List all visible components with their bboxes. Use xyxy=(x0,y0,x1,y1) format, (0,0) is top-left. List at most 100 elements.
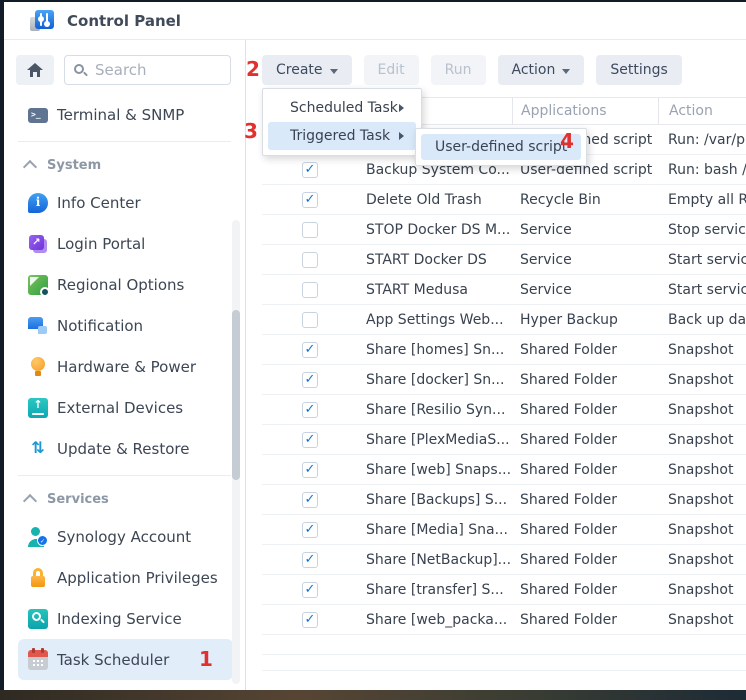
sidebar-item-regional-options[interactable]: Regional Options xyxy=(4,264,245,305)
sidebar-item-synology-account[interactable]: Synology Account xyxy=(4,516,245,557)
header-action[interactable]: Action xyxy=(658,98,746,124)
menu-item-label: Scheduled Task xyxy=(290,100,398,116)
sidebar-item-application-privileges[interactable]: Application Privileges xyxy=(4,557,245,598)
table-row[interactable]: Share [web] Snaps...Shared FolderSnapsho… xyxy=(262,455,746,485)
button-label: Run xyxy=(445,62,472,78)
row-checkbox[interactable] xyxy=(302,342,318,358)
check-cell xyxy=(262,522,318,538)
sidebar-section-services[interactable]: Services xyxy=(4,482,245,516)
annotation-3: 3 xyxy=(244,119,258,143)
search-input[interactable] xyxy=(95,61,222,79)
check-cell xyxy=(262,462,318,478)
row-checkbox[interactable] xyxy=(302,492,318,508)
task-name-cell: Share [Resilio Syn... xyxy=(318,402,512,418)
home-button[interactable] xyxy=(16,55,54,85)
table-row[interactable]: Delete Old TrashRecycle BinEmpty all R xyxy=(262,185,746,215)
submenu-arrow-icon xyxy=(399,104,404,112)
sidebar: Terminal & SNMP System Info Center Login Po… xyxy=(4,40,246,692)
notification-icon xyxy=(28,316,48,336)
row-checkbox[interactable] xyxy=(302,612,318,628)
indexing-service-icon xyxy=(28,609,48,629)
row-checkbox[interactable] xyxy=(302,552,318,568)
row-checkbox[interactable] xyxy=(302,252,318,268)
check-cell xyxy=(262,402,318,418)
search-box[interactable] xyxy=(64,55,231,85)
sidebar-item-update-restore[interactable]: Update & Restore xyxy=(4,428,245,469)
info-center-icon xyxy=(28,193,48,213)
applications-cell: Shared Folder xyxy=(512,552,658,568)
sidebar-item-login-portal[interactable]: Login Portal xyxy=(4,223,245,264)
row-checkbox[interactable] xyxy=(302,582,318,598)
sidebar-section-system[interactable]: System xyxy=(4,148,245,182)
sidebar-item-external-devices[interactable]: External Devices xyxy=(4,387,245,428)
regional-options-icon xyxy=(28,275,48,295)
task-name-cell: Share [docker] Sn... xyxy=(318,372,512,388)
menu-item-user-defined-script[interactable]: User-defined script xyxy=(421,134,581,160)
row-checkbox[interactable] xyxy=(302,522,318,538)
menu-item-triggered-task[interactable]: Triggered Task xyxy=(268,122,416,150)
table-row[interactable]: Share [transfer] S...Shared FolderSnapsh… xyxy=(262,575,746,605)
sidebar-nav: Terminal & SNMP System Info Center Login Po… xyxy=(4,94,245,680)
sidebar-item-indexing-service[interactable]: Indexing Service xyxy=(4,598,245,639)
sidebar-item-notification[interactable]: Notification xyxy=(4,305,245,346)
task-name-cell: App Settings Web... xyxy=(318,312,512,328)
row-checkbox[interactable] xyxy=(302,402,318,418)
table-row[interactable]: Share [PlexMediaS...Shared FolderSnapsho… xyxy=(262,425,746,455)
table-row[interactable]: Share [docker] Sn...Shared FolderSnapsho… xyxy=(262,365,746,395)
table-row[interactable]: App Settings Web...Hyper BackupBack up d… xyxy=(262,305,746,335)
row-checkbox[interactable] xyxy=(302,432,318,448)
sidebar-item-label: Application Privileges xyxy=(57,569,218,587)
annotation-4: 4 xyxy=(560,129,574,153)
table-row[interactable]: Share [homes] Sn...Shared FolderSnapshot xyxy=(262,335,746,365)
row-checkbox[interactable] xyxy=(302,162,318,178)
table-row[interactable]: Share [Resilio Syn...Shared FolderSnapsh… xyxy=(262,395,746,425)
sidebar-item-label: Synology Account xyxy=(57,528,191,546)
table-row[interactable]: Share [web_packa...Shared FolderSnapshot xyxy=(262,605,746,635)
run-button[interactable]: Run xyxy=(431,55,486,85)
table-row[interactable]: Share [Media] Sna...Shared FolderSnapsho… xyxy=(262,515,746,545)
row-checkbox[interactable] xyxy=(302,192,318,208)
check-cell xyxy=(262,552,318,568)
menu-item-scheduled-task[interactable]: Scheduled Task xyxy=(268,94,416,122)
row-checkbox[interactable] xyxy=(302,282,318,298)
annotation-2: 2 xyxy=(246,57,260,81)
action-cell: Snapshot xyxy=(658,552,746,568)
synology-account-icon xyxy=(28,527,48,547)
caret-down-icon xyxy=(562,69,570,74)
edit-button[interactable]: Edit xyxy=(364,55,419,85)
check-cell xyxy=(262,312,318,328)
row-checkbox[interactable] xyxy=(302,312,318,328)
sidebar-item-label: Terminal & SNMP xyxy=(57,106,184,124)
table-row[interactable]: Share [Backups] S...Shared FolderSnapsho… xyxy=(262,485,746,515)
table-row[interactable]: Share [NetBackup]...Shared FolderSnapsho… xyxy=(262,545,746,575)
sidebar-item-label: Task Scheduler xyxy=(57,651,169,669)
menu-item-label: Triggered Task xyxy=(290,128,390,144)
row-checkbox[interactable] xyxy=(302,372,318,388)
sidebar-item-hardware-power[interactable]: Hardware & Power xyxy=(4,346,245,387)
check-cell xyxy=(262,282,318,298)
row-checkbox[interactable] xyxy=(302,222,318,238)
applications-cell: Shared Folder xyxy=(512,492,658,508)
create-button[interactable]: Create xyxy=(262,55,352,85)
table-row[interactable]: STOP Docker DS M...ServiceStop servic xyxy=(262,215,746,245)
check-cell xyxy=(262,162,318,178)
task-name-cell: Share [PlexMediaS... xyxy=(318,432,512,448)
sidebar-item-terminal-snmp[interactable]: Terminal & SNMP xyxy=(4,94,245,135)
check-cell xyxy=(262,372,318,388)
header-applications[interactable]: Applications xyxy=(512,98,658,124)
task-name-cell: Share [NetBackup]... xyxy=(318,552,512,568)
window-title: Control Panel xyxy=(67,12,181,30)
control-panel-window: Control Panel Terminal & SNMP System Info … xyxy=(4,2,746,692)
task-name-cell: Delete Old Trash xyxy=(318,192,512,208)
row-checkbox[interactable] xyxy=(302,462,318,478)
action-cell: Snapshot xyxy=(658,342,746,358)
action-cell: Back up da xyxy=(658,312,746,328)
settings-button[interactable]: Settings xyxy=(596,55,681,85)
sidebar-item-info-center[interactable]: Info Center xyxy=(4,182,245,223)
sidebar-item-label: Info Center xyxy=(57,194,141,212)
check-cell xyxy=(262,582,318,598)
table-row[interactable]: START Docker DSServiceStart servic xyxy=(262,245,746,275)
action-button[interactable]: Action xyxy=(498,55,585,85)
sidebar-scrollbar-thumb[interactable] xyxy=(232,310,240,480)
table-row[interactable]: START MedusaServiceStart servic xyxy=(262,275,746,305)
